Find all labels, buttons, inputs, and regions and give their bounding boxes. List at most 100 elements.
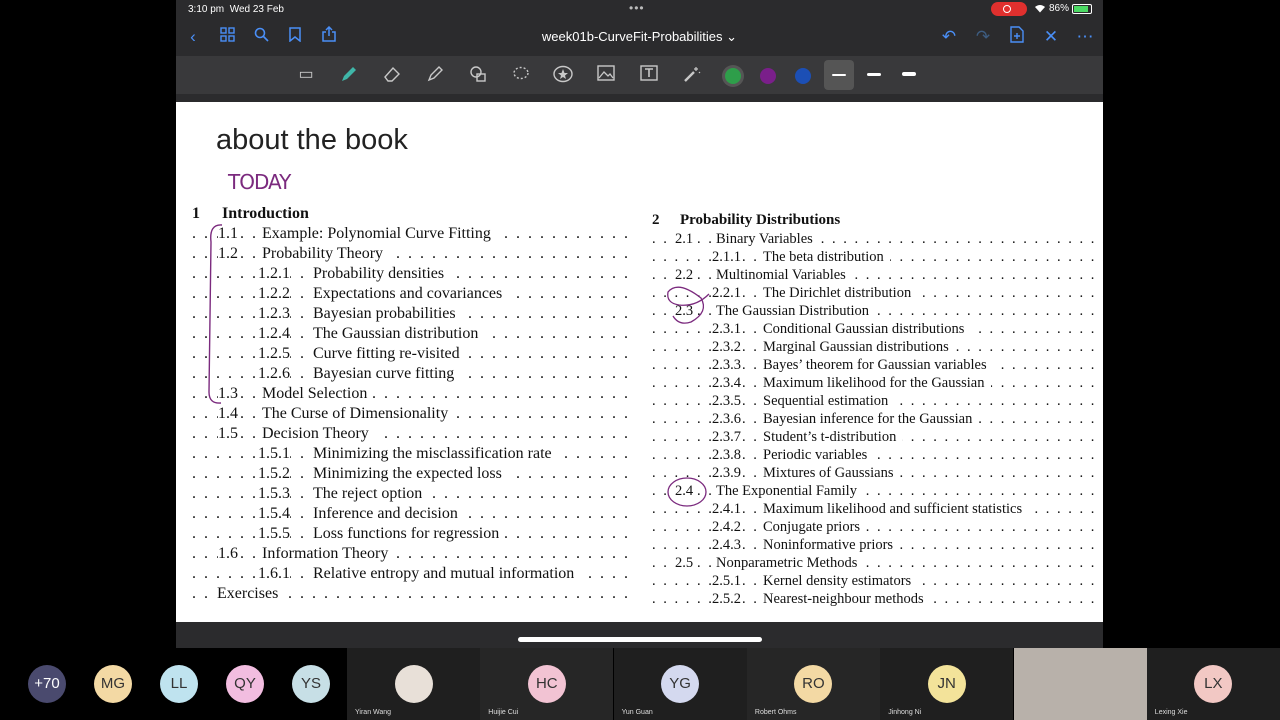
status-bar: 3:10 pm Wed 23 Feb ••• 86% [176,0,1103,20]
toc-entry-title: The Gaussian distribution [313,324,485,344]
participant-tile[interactable]: LX Lexing Xie [1146,648,1280,720]
text-box-icon[interactable] [639,65,659,85]
participant-tile[interactable]: YG Yun Guan [613,648,747,720]
participant-tile[interactable]: JN Jinhong Ni [880,648,1014,720]
toc-entry: . . . . . . . . . . . . . . . . . . . . … [192,564,632,584]
toc-entry-title: The Dirichlet distribution [763,283,918,303]
toc-chapter-heading: 1 Introduction [192,204,632,224]
status-time: 3:10 pm Wed 23 Feb [188,4,284,15]
toc-entry: . . . . . . . . . . . . . . . . . . . . … [192,224,632,244]
multitasking-dots-icon[interactable]: ••• [629,1,645,15]
toc-entry-title: Relative entropy and mutual information [313,564,581,584]
toc-entry: . . . . . . . . . . . . . . . . . . . . … [652,337,1103,357]
lasso-icon[interactable] [511,65,531,85]
toc-entry: . . . . . . . . . . . . . . . . . . . . … [192,444,632,464]
toc-entry-title: Kernel density estimators [763,571,918,591]
participant-tile[interactable]: MG [84,648,142,720]
ipad-screen: 3:10 pm Wed 23 Feb ••• 86% ‹ week01b-Cur… [176,0,1103,648]
toc-entry-number: 2.3.2 [712,337,741,357]
color-swatch-purple[interactable] [760,68,776,84]
more-options-icon[interactable]: ⋯ [1074,26,1096,48]
eraser-icon[interactable] [382,65,402,85]
toc-entry-number: 2.3.4 [712,373,741,393]
laser-pointer-icon[interactable] [682,65,702,85]
toc-entry-title: Bayes’ theorem for Gaussian variables [763,355,993,375]
handwritten-today-note: TODAY [228,170,291,194]
toc-entry-number: 2.4 [675,481,694,501]
toc-entry-title: Exercises [217,584,285,604]
shapes-icon[interactable] [468,65,488,85]
toc-entry-number: 2.5 [675,553,694,573]
redo-icon[interactable]: ↷ [972,26,994,48]
participant-tile[interactable]: LL [150,648,208,720]
color-swatch-green[interactable] [725,68,741,84]
document-title[interactable]: week01b-CurveFit-Probabilities ⌄ [176,29,1103,45]
add-page-icon[interactable] [1006,26,1028,48]
participant-name: Jinhong Ni [888,709,922,716]
toc-entry-number: 1.2.2 [258,284,290,304]
battery-percent: 86% [1049,3,1070,14]
toc-entry-title: Maximum likelihood and sufficient statis… [763,499,1029,519]
toc-entry-number: 2.3.5 [712,391,741,411]
sticker-icon[interactable] [553,65,573,85]
stroke-thin-icon [832,74,846,76]
home-indicator[interactable] [518,637,762,642]
toc-entry-title: Periodic variables [763,445,874,465]
participant-tile[interactable]: HC Huijie Cui [480,648,614,720]
pen-icon[interactable] [339,65,359,85]
participant-tile[interactable]: QY [216,648,274,720]
toc-entry: . . . . . . . . . . . . . . . . . . . . … [192,244,632,264]
participant-avatar: YS [292,665,330,703]
toc-entry-title: Expectations and covariances [313,284,509,304]
toc-entry: . . . . . . . . . . . . . . . . . . . . … [192,464,632,484]
toc-entry: . . . . . . . . . . . . . . . . . . . . … [192,524,632,544]
toc-entry: . . . . . . . . . . . . . . . . . . . . … [652,391,1103,411]
participant-tile[interactable] [1013,648,1147,720]
participant-avatar: RO [794,665,833,703]
read-mode-icon[interactable]: ▭ [296,65,316,85]
toc-entry-title: Maximum likelihood for the Gaussian [763,373,991,393]
participant-avatar [394,665,433,703]
toc-entry: . . . . . . . . . . . . . . . . . . . . … [652,229,1103,249]
participant-tile[interactable]: YS [282,648,340,720]
toc-entry: . . . . . . . . . . . . . . . . . . . . … [192,264,632,284]
color-swatch-blue[interactable] [795,68,811,84]
toc-entry: . . . . . . . . . . . . . . . . . . . . … [652,571,1103,591]
toc-entry-number: 2.3.8 [712,445,741,465]
toc-entry-number: 1.5.4 [258,504,290,524]
toc-entry-title: Student’s t-distribution [763,427,903,447]
toc-entry: . . . . . . . . . . . . . . . . . . . . … [192,544,632,564]
battery-fill [1074,5,1088,12]
status-right: 86% [1034,3,1093,14]
participant-name: Robert Ohms [754,709,797,716]
toc-entry-title: Sequential estimation [763,391,895,411]
toc-entry: . . . . . . . . . . . . . . . . . . . . … [652,445,1103,465]
image-icon[interactable] [596,65,616,85]
toc-entry: . . . . . . . . . . . . . . . . . . . . … [652,535,1103,555]
stroke-medium-icon[interactable] [867,73,881,76]
toc-entry: . . . . . . . . . . . . . . . . . . . . … [652,355,1103,375]
page-heading: about the book [216,124,408,156]
undo-icon[interactable]: ↶ [938,26,960,48]
stroke-thick-icon[interactable] [902,72,916,76]
screen-recording-indicator[interactable] [991,2,1027,16]
toc-entry: . . . . . . . . . . . . . . . . . . . . … [192,484,632,504]
toc-entry-title: Conditional Gaussian distributions [763,319,971,339]
close-icon[interactable]: ✕ [1040,26,1062,48]
toc-entry-title: Probability Theory [262,244,390,264]
participant-tile[interactable]: +70 [18,648,76,720]
participant-tile[interactable]: Yiran Wang [347,648,480,720]
toc-entry-number: 1.5.2 [258,464,290,484]
participant-strip: +70 MG LL QY YS Yiran Wang HC Huijie Cui YG Yun G… [0,648,1280,720]
toc-entry-title: Inference and decision [313,504,464,524]
toc-entry-title: Conjugate priors [763,517,867,537]
toc-entry-number: 2.3.1 [712,319,741,339]
toc-entry-number: 1.2.6 [258,364,290,384]
toc-entry-number: 1.3 [218,384,238,404]
toc-entry-title: The Gaussian Distribution [716,301,876,321]
highlighter-icon[interactable] [425,65,445,85]
document-page[interactable]: about the book TODAY 1 Introduction . . … [176,102,1103,622]
toc-entry: . . . . . . . . . . . . . . . . . . . . … [652,301,1103,321]
toc-entry-title: Example: Polynomial Curve Fitting [262,224,497,244]
participant-tile[interactable]: RO Robert Ohms [746,648,880,720]
